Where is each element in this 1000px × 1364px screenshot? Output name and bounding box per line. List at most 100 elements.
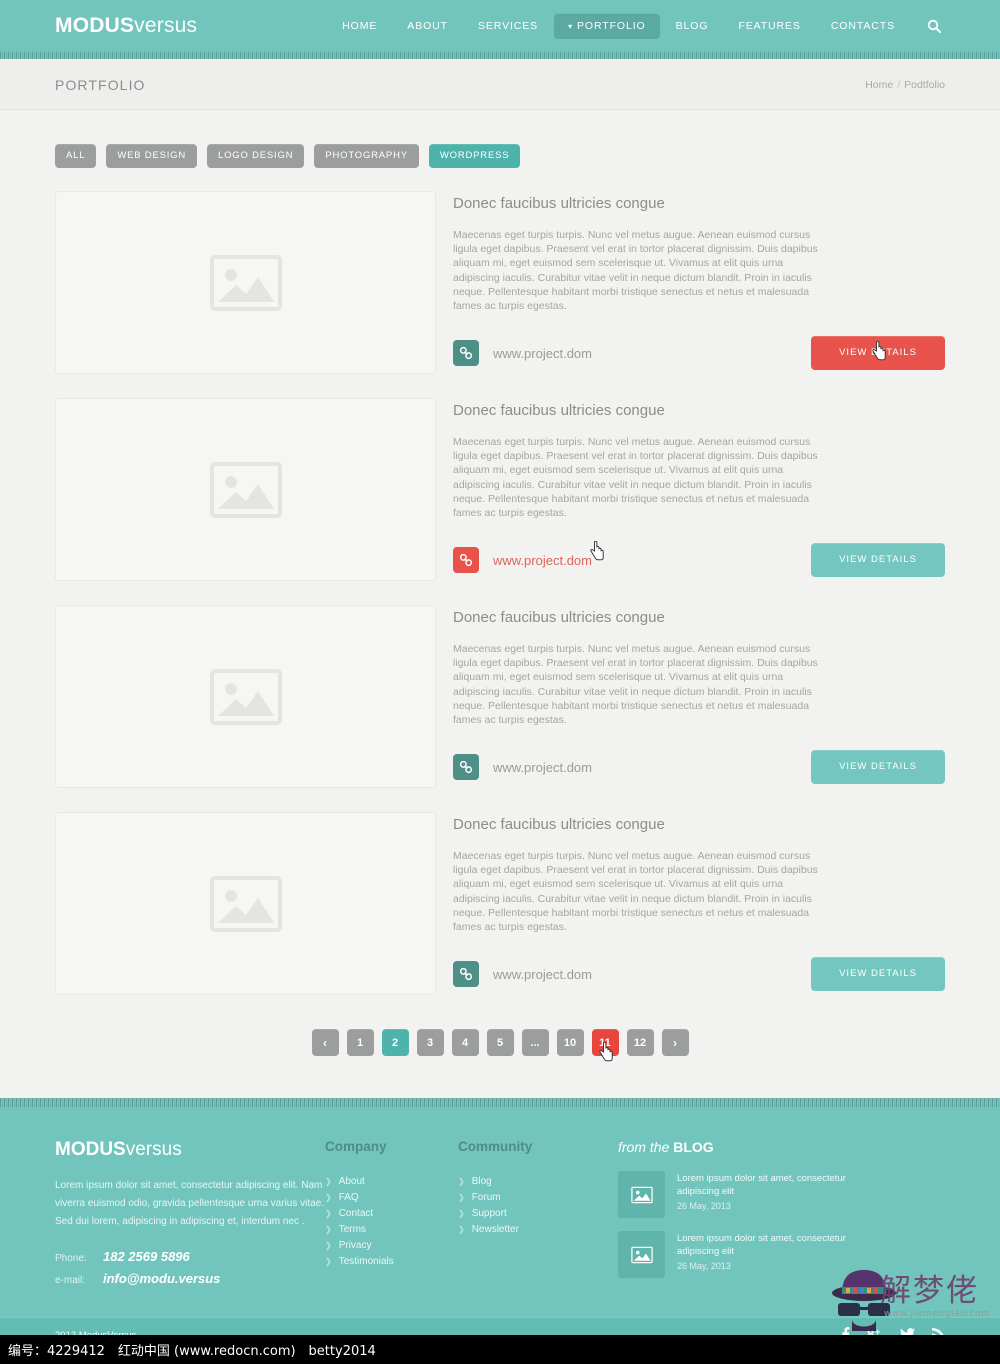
filter-logo-design[interactable]: LOGO DESIGN xyxy=(207,144,305,168)
image-placeholder-icon xyxy=(209,668,282,725)
footer-link-label: FAQ xyxy=(338,1192,359,1203)
footer-logo[interactable]: MODUSversus xyxy=(55,1139,325,1161)
link-icon xyxy=(459,761,473,774)
view-details-button[interactable]: VIEW DETAILS xyxy=(811,750,945,785)
portfolio-item-actions: www.project.dom VIEW DETAILS xyxy=(453,750,945,785)
footer-company-heading: Company xyxy=(325,1139,387,1154)
portfolio-item-description: Maecenas eget turpis turpis. Nunc vel me… xyxy=(453,229,818,313)
pagination-page-10[interactable]: 10 xyxy=(556,1029,584,1056)
chevron-right-icon: ❯ xyxy=(325,1241,332,1250)
chevron-right-icon: ❯ xyxy=(325,1225,332,1234)
filter-web-design[interactable]: WEB DESIGN xyxy=(106,144,198,168)
pagination-page-ellipsisellipsisellipsis[interactable]: ... xyxy=(521,1029,549,1056)
chevron-right-icon: ❯ xyxy=(325,1193,332,1202)
pagination-page-5[interactable]: 5 xyxy=(486,1029,514,1056)
stock-info-bar: 编号：4229412 红动中国 (www.redocn.com) betty20… xyxy=(0,1335,1000,1364)
portfolio-item-description: Maecenas eget turpis turpis. Nunc vel me… xyxy=(453,850,818,934)
footer-about-text: Lorem ipsum dolor sit amet, consectetur … xyxy=(55,1180,325,1227)
footer-link-company-faq[interactable]: ❯ FAQ xyxy=(325,1190,458,1206)
project-url-link[interactable]: www.project.dom xyxy=(493,553,592,568)
project-link-icon[interactable] xyxy=(453,547,479,574)
portfolio-item-title: Donec faucibus ultricies congue xyxy=(453,816,665,833)
nav-item-label: BLOG xyxy=(675,20,709,32)
portfolio-thumbnail[interactable] xyxy=(55,605,436,788)
portfolio-item-body: Donec faucibus ultricies congue Maecenas … xyxy=(453,605,945,788)
footer-link-company-contact[interactable]: ❯ Contact xyxy=(325,1206,458,1222)
pagination-prev-button[interactable]: ‹ xyxy=(311,1029,339,1056)
portfolio-item: Donec faucibus ultricies congue Maecenas … xyxy=(55,812,945,995)
phone-value: 182 2569 5896 xyxy=(103,1249,190,1264)
portfolio-list: Donec faucibus ultricies congue Maecenas … xyxy=(55,191,945,995)
nav-item-home[interactable]: HOME xyxy=(328,13,391,39)
pagination-page-1[interactable]: 1 xyxy=(346,1029,374,1056)
nav-item-about[interactable]: ABOUT xyxy=(393,13,462,39)
portfolio-thumbnail[interactable] xyxy=(55,191,436,374)
view-details-button[interactable]: VIEW DETAILS xyxy=(811,543,945,578)
nav-item-features[interactable]: FEATURES xyxy=(724,13,814,39)
footer-link-label: Support xyxy=(471,1208,507,1219)
page-title: PORTFOLIO xyxy=(55,76,146,93)
project-link-icon[interactable] xyxy=(453,754,479,781)
portfolio-page: MODUSversus HOME ABOUT SERVICES ▾ PORTFOLIO B… xyxy=(0,0,1000,1364)
footer-link-label: Contact xyxy=(338,1208,374,1219)
footer-blog-heading-bold: BLOG xyxy=(673,1139,714,1155)
footer-link-label: Newsletter xyxy=(471,1224,519,1235)
email-value[interactable]: info@modu.versus xyxy=(103,1271,220,1286)
portfolio-item-actions: www.project.dom VIEW DETAILS xyxy=(453,957,945,992)
footer-link-company-privacy[interactable]: ❯ Privacy xyxy=(325,1238,458,1254)
portfolio-item-body: Donec faucibus ultricies congue Maecenas … xyxy=(453,398,945,581)
logo-bold: MODUS xyxy=(55,14,135,37)
footer-link-community-forum[interactable]: ❯ Forum xyxy=(458,1190,618,1206)
footer-contact: Phone: 182 2569 5896 e-mail: info@modu.ver… xyxy=(55,1247,325,1291)
chevron-right-icon: ❯ xyxy=(325,1209,332,1218)
link-icon xyxy=(459,554,473,567)
footer-link-company-terms[interactable]: ❯ Terms xyxy=(325,1222,458,1238)
nav-item-blog[interactable]: BLOG xyxy=(662,13,723,39)
nav-item-label: ABOUT xyxy=(407,20,448,32)
pagination-page-3[interactable]: 3 xyxy=(416,1029,444,1056)
footer-logo-bold: MODUS xyxy=(55,1139,126,1160)
breadcrumb-separator: / xyxy=(897,78,901,91)
footer-brand-column: MODUSversus Lorem ipsum dolor sit amet, … xyxy=(55,1139,325,1291)
search-icon[interactable] xyxy=(923,15,945,37)
pagination-page-4[interactable]: 4 xyxy=(451,1029,479,1056)
view-details-button[interactable]: VIEW DETAILS xyxy=(811,336,945,371)
chevron-right-icon: ❯ xyxy=(458,1209,465,1218)
pagination-next-button[interactable]: › xyxy=(661,1029,689,1056)
logo-light: versus xyxy=(134,14,198,37)
project-link-icon[interactable] xyxy=(453,340,479,367)
footer-blog-post[interactable]: Lorem ipsum dolor sit amet, consectetur … xyxy=(618,1171,878,1218)
portfolio-item-title: Donec faucibus ultricies congue xyxy=(453,195,665,212)
project-url-link[interactable]: www.project.dom xyxy=(493,346,592,361)
filter-wordpress[interactable]: WORDPRESS xyxy=(428,144,521,168)
footer-link-company-about[interactable]: ❯ About xyxy=(325,1174,458,1190)
footer-link-community-support[interactable]: ❯ Support xyxy=(458,1206,618,1222)
footer-blog-post[interactable]: Lorem ipsum dolor sit amet, consectetur … xyxy=(618,1231,878,1278)
footer-link-company-testimonials[interactable]: ❯ Testimonials xyxy=(325,1254,458,1270)
portfolio-item-actions: www.project.dom VIEW DETAILS xyxy=(453,543,945,578)
portfolio-thumbnail[interactable] xyxy=(55,812,436,995)
pagination-page-2[interactable]: 2 xyxy=(381,1029,409,1056)
footer-blog-post-thumbnail xyxy=(618,1171,665,1218)
view-details-button[interactable]: VIEW DETAILS xyxy=(811,957,945,992)
pagination-page-11[interactable]: 11 xyxy=(591,1029,619,1056)
nav-item-portfolio[interactable]: ▾ PORTFOLIO xyxy=(554,13,660,39)
project-url-link[interactable]: www.project.dom xyxy=(493,760,592,775)
portfolio-filter-bar: ALL WEB DESIGN LOGO DESIGN PHOTOGRAPHY WORDP… xyxy=(55,110,945,168)
nav-item-services[interactable]: SERVICES xyxy=(464,13,552,39)
filter-all[interactable]: ALL xyxy=(55,144,97,168)
link-icon xyxy=(459,968,473,981)
site-logo[interactable]: MODUSversus xyxy=(55,14,197,38)
chevron-right-icon: ❯ xyxy=(458,1177,465,1186)
main-content: ALL WEB DESIGN LOGO DESIGN PHOTOGRAPHY WORDP… xyxy=(55,110,945,1098)
filter-photography[interactable]: PHOTOGRAPHY xyxy=(314,144,419,168)
nav-item-label: SERVICES xyxy=(477,20,539,32)
project-link-icon[interactable] xyxy=(453,961,479,988)
portfolio-thumbnail[interactable] xyxy=(55,398,436,581)
nav-item-contacts[interactable]: CONTACTS xyxy=(817,13,909,39)
project-url-link[interactable]: www.project.dom xyxy=(493,967,592,982)
footer-link-community-blog[interactable]: ❯ Blog xyxy=(458,1174,618,1190)
breadcrumb-home[interactable]: Home xyxy=(865,79,893,91)
footer-link-community-newsletter[interactable]: ❯ Newsletter xyxy=(458,1222,618,1238)
pagination-page-12[interactable]: 12 xyxy=(626,1029,654,1056)
